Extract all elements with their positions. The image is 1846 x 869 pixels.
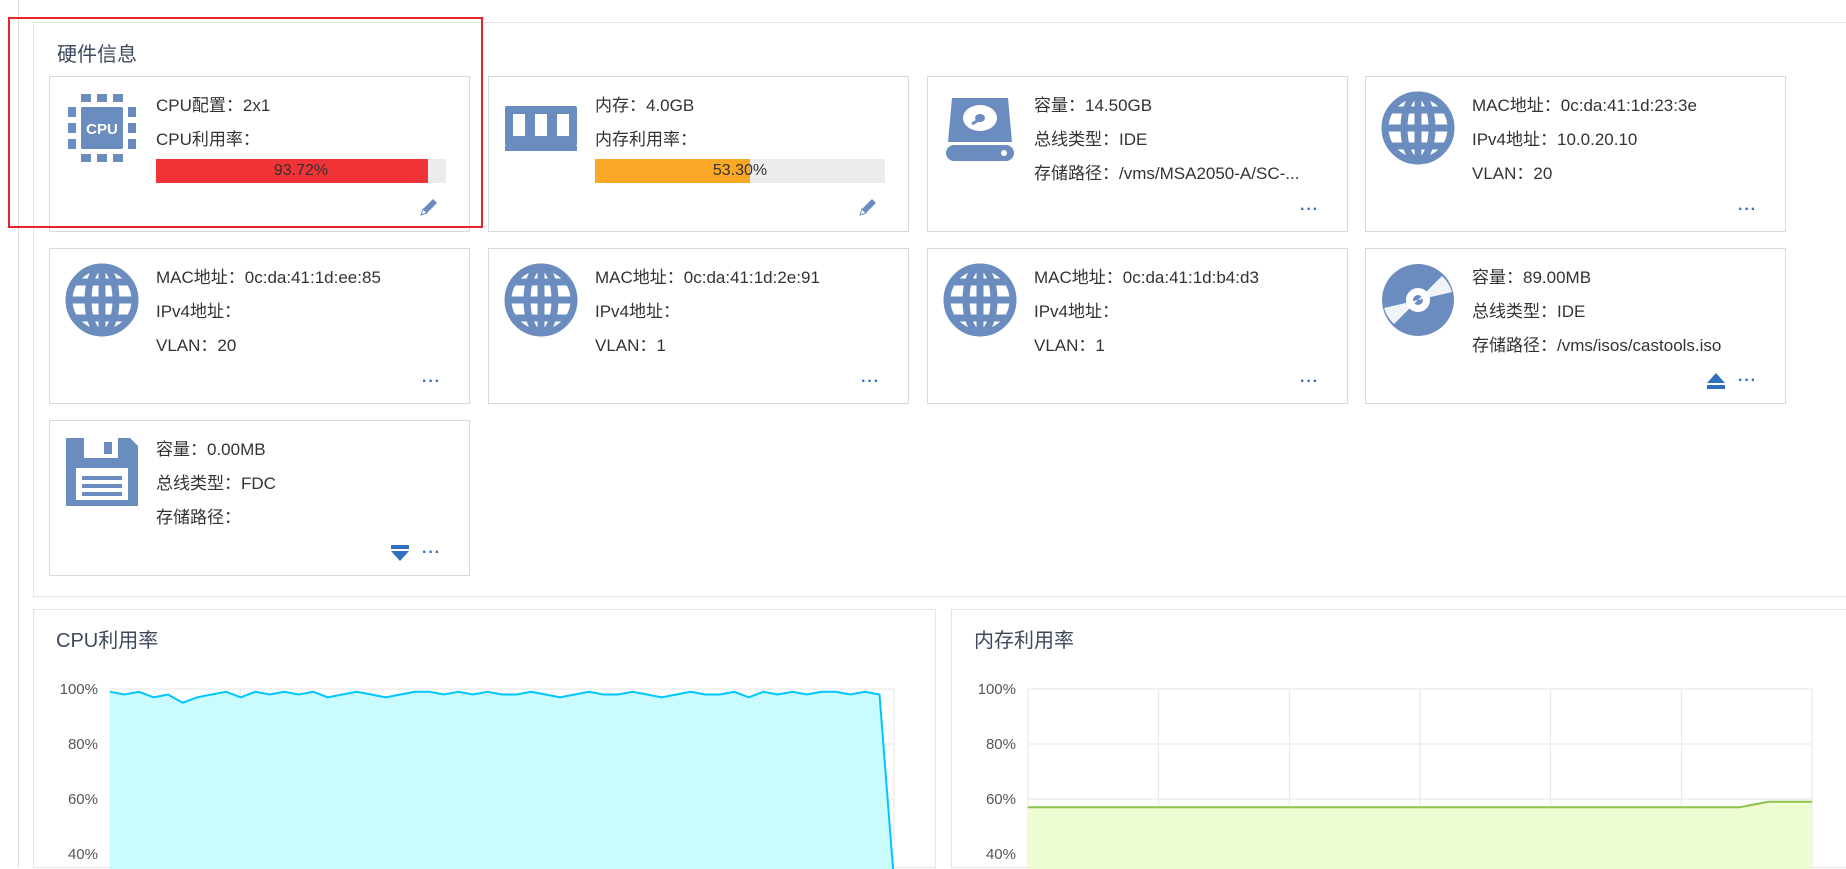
y-tick-label: 100% — [60, 681, 98, 698]
floppy-capacity: 容量：0.00MB — [156, 440, 266, 459]
y-tick-label: 100% — [978, 681, 1016, 698]
globe-icon — [943, 263, 1017, 337]
globe-icon — [65, 263, 139, 337]
network-card-4: MAC地址：0c:da:41:1d:b4:d3 IPv4地址： VLAN：1 ·… — [927, 248, 1348, 404]
network-card-3: MAC地址：0c:da:41:1d:2e:91 IPv4地址： VLAN：1 ·… — [488, 248, 909, 404]
more-button[interactable]: ··· — [1738, 372, 1757, 390]
mac-address: MAC地址：0c:da:41:1d:b4:d3 — [1034, 268, 1259, 287]
insert-icon[interactable] — [390, 543, 410, 563]
disk-storage-path: 存储路径：/vms/MSA2050-A/SC-... — [1034, 164, 1300, 183]
more-button[interactable]: ··· — [1300, 201, 1319, 219]
disk-bus-type: 总线类型：IDE — [1034, 130, 1148, 149]
y-tick-label: 40% — [68, 846, 98, 863]
memory-usage-bar: 53.30% — [595, 159, 885, 183]
floppy-storage-path: 存储路径： — [156, 508, 241, 527]
disk-card: 容量：14.50GB 总线类型：IDE 存储路径：/vms/MSA2050-A/… — [927, 76, 1348, 232]
network-card-1: MAC地址：0c:da:41:1d:23:3e IPv4地址：10.0.20.1… — [1365, 76, 1786, 232]
y-tick-label: 60% — [986, 791, 1016, 808]
series-area — [110, 691, 894, 869]
y-tick-label: 80% — [986, 736, 1016, 753]
vlan: VLAN：20 — [156, 336, 237, 355]
more-button[interactable]: ··· — [1300, 373, 1319, 391]
edit-icon[interactable] — [856, 195, 880, 219]
mac-address: MAC地址：0c:da:41:1d:23:3e — [1472, 96, 1697, 115]
cdrom-bus-type: 总线类型：IDE — [1472, 302, 1586, 321]
globe-icon — [1381, 91, 1455, 165]
globe-icon — [504, 263, 578, 337]
series-area — [1028, 801, 1812, 869]
vlan: VLAN：1 — [1034, 336, 1105, 355]
y-tick-label: 40% — [986, 846, 1016, 863]
more-button[interactable]: ··· — [861, 373, 880, 391]
mac-address: MAC地址：0c:da:41:1d:2e:91 — [595, 268, 820, 287]
disk-capacity: 容量：14.50GB — [1034, 96, 1153, 115]
ipv4-address: IPv4地址： — [1034, 302, 1120, 321]
memory-usage-panel: 内存利用率 100% 80% 60% 40% — [951, 609, 1846, 869]
cdrom-capacity: 容量：89.00MB — [1472, 268, 1592, 287]
floppy-bus-type: 总线类型：FDC — [156, 474, 276, 493]
memory-usage-chart: 100% 80% 60% 40% — [978, 681, 1813, 869]
cpu-usage-chart: 100% 80% 60% 40% — [60, 681, 895, 869]
cpu-usage-panel: CPU利用率 100% 80% 60% 40% — [33, 609, 936, 869]
memory-size: 内存：4.0GB — [595, 96, 695, 115]
ipv4-address: IPv4地址：10.0.20.10 — [1472, 130, 1638, 149]
more-button[interactable]: ··· — [422, 544, 441, 562]
eject-icon[interactable] — [1706, 371, 1726, 391]
selection-highlight — [8, 17, 483, 228]
vlan: VLAN：1 — [595, 336, 666, 355]
vlan: VLAN：20 — [1472, 164, 1553, 183]
hard-disk-icon — [946, 98, 1014, 161]
y-tick-label: 60% — [68, 791, 98, 808]
memory-card: 内存：4.0GB 内存利用率： 53.30% — [488, 76, 909, 232]
memory-usage-value: 53.30% — [712, 162, 768, 179]
ipv4-address: IPv4地址： — [595, 302, 681, 321]
more-button[interactable]: ··· — [1738, 201, 1757, 219]
ipv4-address: IPv4地址： — [156, 302, 242, 321]
memory-usage-label: 内存利用率： — [595, 130, 697, 149]
cdrom-storage-path: 存储路径：/vms/isos/castools.iso — [1472, 336, 1722, 355]
cdrom-card: 容量：89.00MB 总线类型：IDE 存储路径：/vms/isos/casto… — [1365, 248, 1786, 404]
y-tick-label: 80% — [68, 736, 98, 753]
more-button[interactable]: ··· — [422, 373, 441, 391]
floppy-disk-icon — [66, 438, 138, 506]
floppy-card: 容量：0.00MB 总线类型：FDC 存储路径： ··· — [49, 420, 470, 576]
mac-address: MAC地址：0c:da:41:1d:ee:85 — [156, 268, 381, 287]
memory-icon — [505, 106, 577, 151]
network-card-2: MAC地址：0c:da:41:1d:ee:85 IPv4地址： VLAN：20 … — [49, 248, 470, 404]
cd-disc-icon — [1382, 264, 1454, 336]
